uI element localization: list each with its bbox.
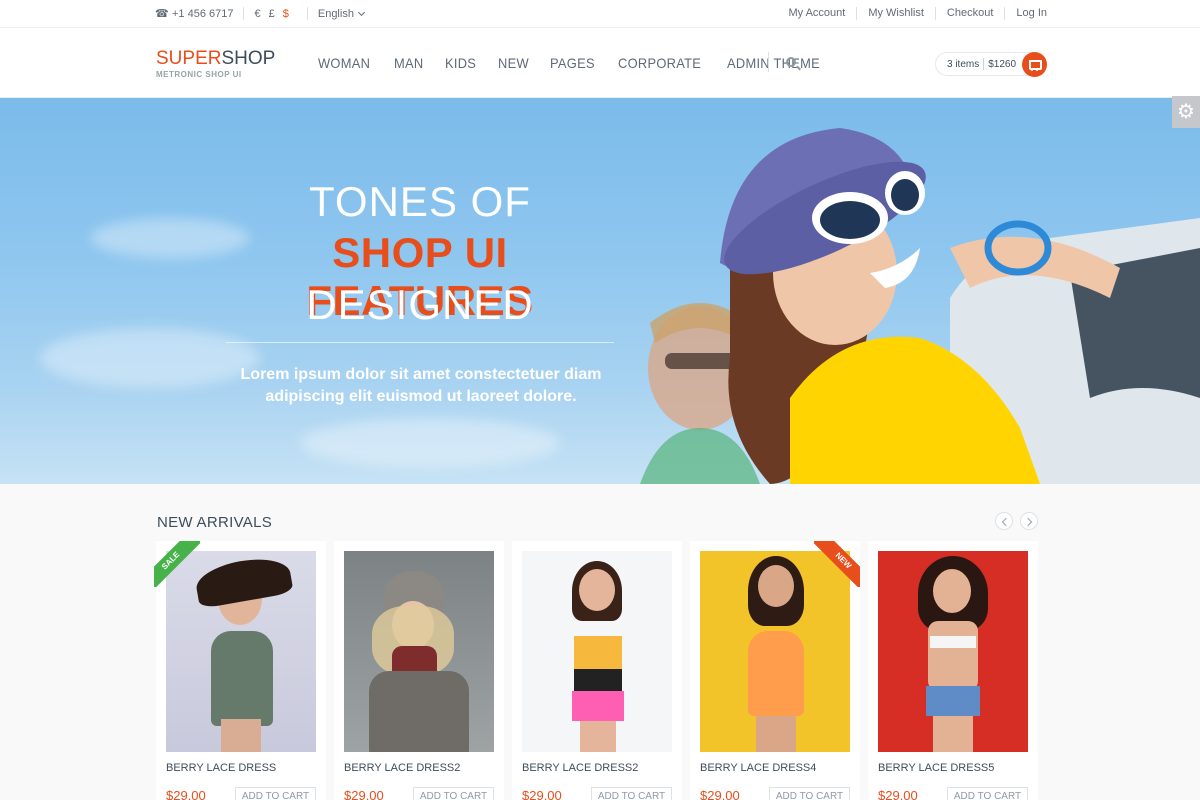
product-price: $29.00 <box>522 788 562 800</box>
carousel-prev-icon[interactable] <box>995 512 1013 530</box>
top-bar: +1 456 6717 € £ $ English My Account My … <box>0 0 1200 28</box>
cart-items-count: 3 items <box>947 58 980 70</box>
new-arrivals-section: NEW ARRIVALS SALE BERRY LACE DRESS $29.0… <box>0 484 1200 800</box>
product-name[interactable]: BERRY LACE DRESS4 <box>700 762 816 774</box>
logo-part-2: SHOP <box>221 48 276 69</box>
divider <box>306 7 308 20</box>
model-legs <box>933 716 973 752</box>
model-outfit <box>369 671 469 752</box>
add-to-cart-button[interactable]: ADD TO CART <box>413 787 494 800</box>
nav-woman[interactable]: WOMAN <box>318 55 370 71</box>
divider <box>983 58 985 70</box>
model-torso <box>928 621 978 691</box>
product-card[interactable]: SALE BERRY LACE DRESS $29.00 ADD TO CART <box>154 541 326 800</box>
shopping-cart-icon[interactable] <box>1022 52 1047 77</box>
product-price: $29.00 <box>166 788 206 800</box>
logo[interactable]: SUPERSHOP METRONIC SHOP UI <box>156 48 275 79</box>
top-bar-left: +1 456 6717 € £ $ English <box>155 7 365 20</box>
account-links: My Account My Wishlist Checkout Log In <box>777 7 1047 20</box>
site-header: SUPERSHOP METRONIC SHOP UI WOMAN MAN KID… <box>0 28 1200 98</box>
phone-number: +1 456 6717 <box>172 7 234 20</box>
currency-euro[interactable]: € <box>254 8 260 20</box>
currency-dollar[interactable]: $ <box>283 8 289 20</box>
model-figure <box>933 569 971 613</box>
product-card[interactable]: BERRY LACE DRESS2 $29.00 ADD TO CART <box>334 541 504 800</box>
cart-summary[interactable]: 3 items $1260 <box>935 52 1047 77</box>
model-shorts <box>926 686 980 716</box>
hero-banner: TONES OF SHOP UI FEATURES DESIGNED Lorem… <box>0 98 1200 484</box>
nav-new[interactable]: NEW <box>498 55 529 71</box>
add-to-cart-button[interactable]: ADD TO CART <box>235 787 316 800</box>
sale-badge: SALE <box>154 541 200 587</box>
new-badge: NEW <box>814 541 860 587</box>
hero-divider <box>226 342 614 343</box>
divider <box>243 7 245 20</box>
model-figure <box>758 565 794 607</box>
hero-heading-line-3: DESIGNED <box>306 281 534 328</box>
divider <box>768 52 769 72</box>
nav-pages[interactable]: PAGES <box>550 55 595 71</box>
hero-description-line-1: Lorem ipsum dolor sit amet constectetuer… <box>240 366 602 383</box>
cloud <box>300 418 560 468</box>
checkout-link[interactable]: Checkout <box>934 7 1004 20</box>
model-legs <box>580 721 616 752</box>
product-card[interactable]: BERRY LACE DRESS5 $29.00 ADD TO CART <box>868 541 1038 800</box>
model-top <box>574 636 622 671</box>
product-name[interactable]: BERRY LACE DRESS5 <box>878 762 994 774</box>
nav-admin-theme[interactable]: ADMIN THEME <box>727 55 820 71</box>
product-image[interactable] <box>522 551 672 752</box>
product-name[interactable]: BERRY LACE DRESS2 <box>344 762 460 774</box>
add-to-cart-button[interactable]: ADD TO CART <box>947 787 1028 800</box>
product-price: $29.00 <box>344 788 384 800</box>
login-link[interactable]: Log In <box>1004 7 1047 20</box>
model-skirt <box>572 691 624 721</box>
add-to-cart-button[interactable]: ADD TO CART <box>769 787 850 800</box>
search-icon[interactable] <box>786 57 796 67</box>
nav-man[interactable]: MAN <box>394 55 423 71</box>
product-image[interactable] <box>344 551 494 752</box>
language-select[interactable]: English <box>317 7 365 20</box>
model-legs <box>756 716 796 752</box>
model-top <box>930 636 976 648</box>
my-wishlist-link[interactable]: My Wishlist <box>856 7 935 20</box>
section-title: NEW ARRIVALS <box>157 514 273 531</box>
model-figure <box>579 569 615 611</box>
hero-description-line-2: adipiscing elit euismod ut laoreet dolor… <box>265 388 577 405</box>
nav-corporate[interactable]: CORPORATE <box>618 55 701 71</box>
product-price: $29.00 <box>700 788 740 800</box>
hero-image <box>640 128 1200 484</box>
model-outfit <box>748 631 804 716</box>
model-outfit <box>211 631 273 726</box>
model-waist <box>574 669 622 691</box>
logo-text: SUPERSHOP <box>156 48 275 70</box>
chevron-down-icon <box>357 8 365 16</box>
nav-kids[interactable]: KIDS <box>445 55 476 71</box>
logo-subtitle: METRONIC SHOP UI <box>156 70 242 79</box>
product-price: $29.00 <box>878 788 918 800</box>
product-name[interactable]: BERRY LACE DRESS <box>166 762 276 774</box>
product-card[interactable]: BERRY LACE DRESS2 $29.00 ADD TO CART <box>512 541 682 800</box>
add-to-cart-button[interactable]: ADD TO CART <box>591 787 672 800</box>
product-image[interactable] <box>878 551 1028 752</box>
currency-pound[interactable]: £ <box>269 8 275 20</box>
hero-description: Lorem ipsum dolor sit amet constectetuer… <box>226 364 616 408</box>
model-hair <box>193 553 294 609</box>
product-name[interactable]: BERRY LACE DRESS2 <box>522 762 638 774</box>
settings-gear-icon[interactable] <box>1172 96 1200 128</box>
hero-heading-line-1: TONES OF <box>309 178 531 225</box>
new-badge-label: NEW <box>814 541 860 587</box>
logo-part-1: SUPER <box>156 48 222 69</box>
phone-icon <box>155 7 169 20</box>
sale-badge-label: SALE <box>154 541 200 587</box>
carousel-next-icon[interactable] <box>1020 512 1038 530</box>
model-legs <box>221 719 261 752</box>
my-account-link[interactable]: My Account <box>777 7 856 20</box>
language-label: English <box>317 7 354 20</box>
product-card[interactable]: NEW BERRY LACE DRESS4 $29.00 ADD TO CART <box>690 541 860 800</box>
cart-total: $1260 <box>988 58 1017 70</box>
